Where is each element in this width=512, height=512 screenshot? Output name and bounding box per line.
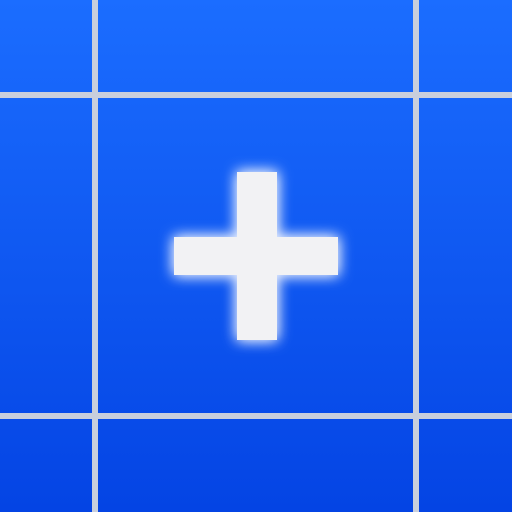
plus-icon: [174, 172, 338, 340]
app-icon[interactable]: [0, 0, 512, 512]
plus-shape: [174, 172, 338, 340]
